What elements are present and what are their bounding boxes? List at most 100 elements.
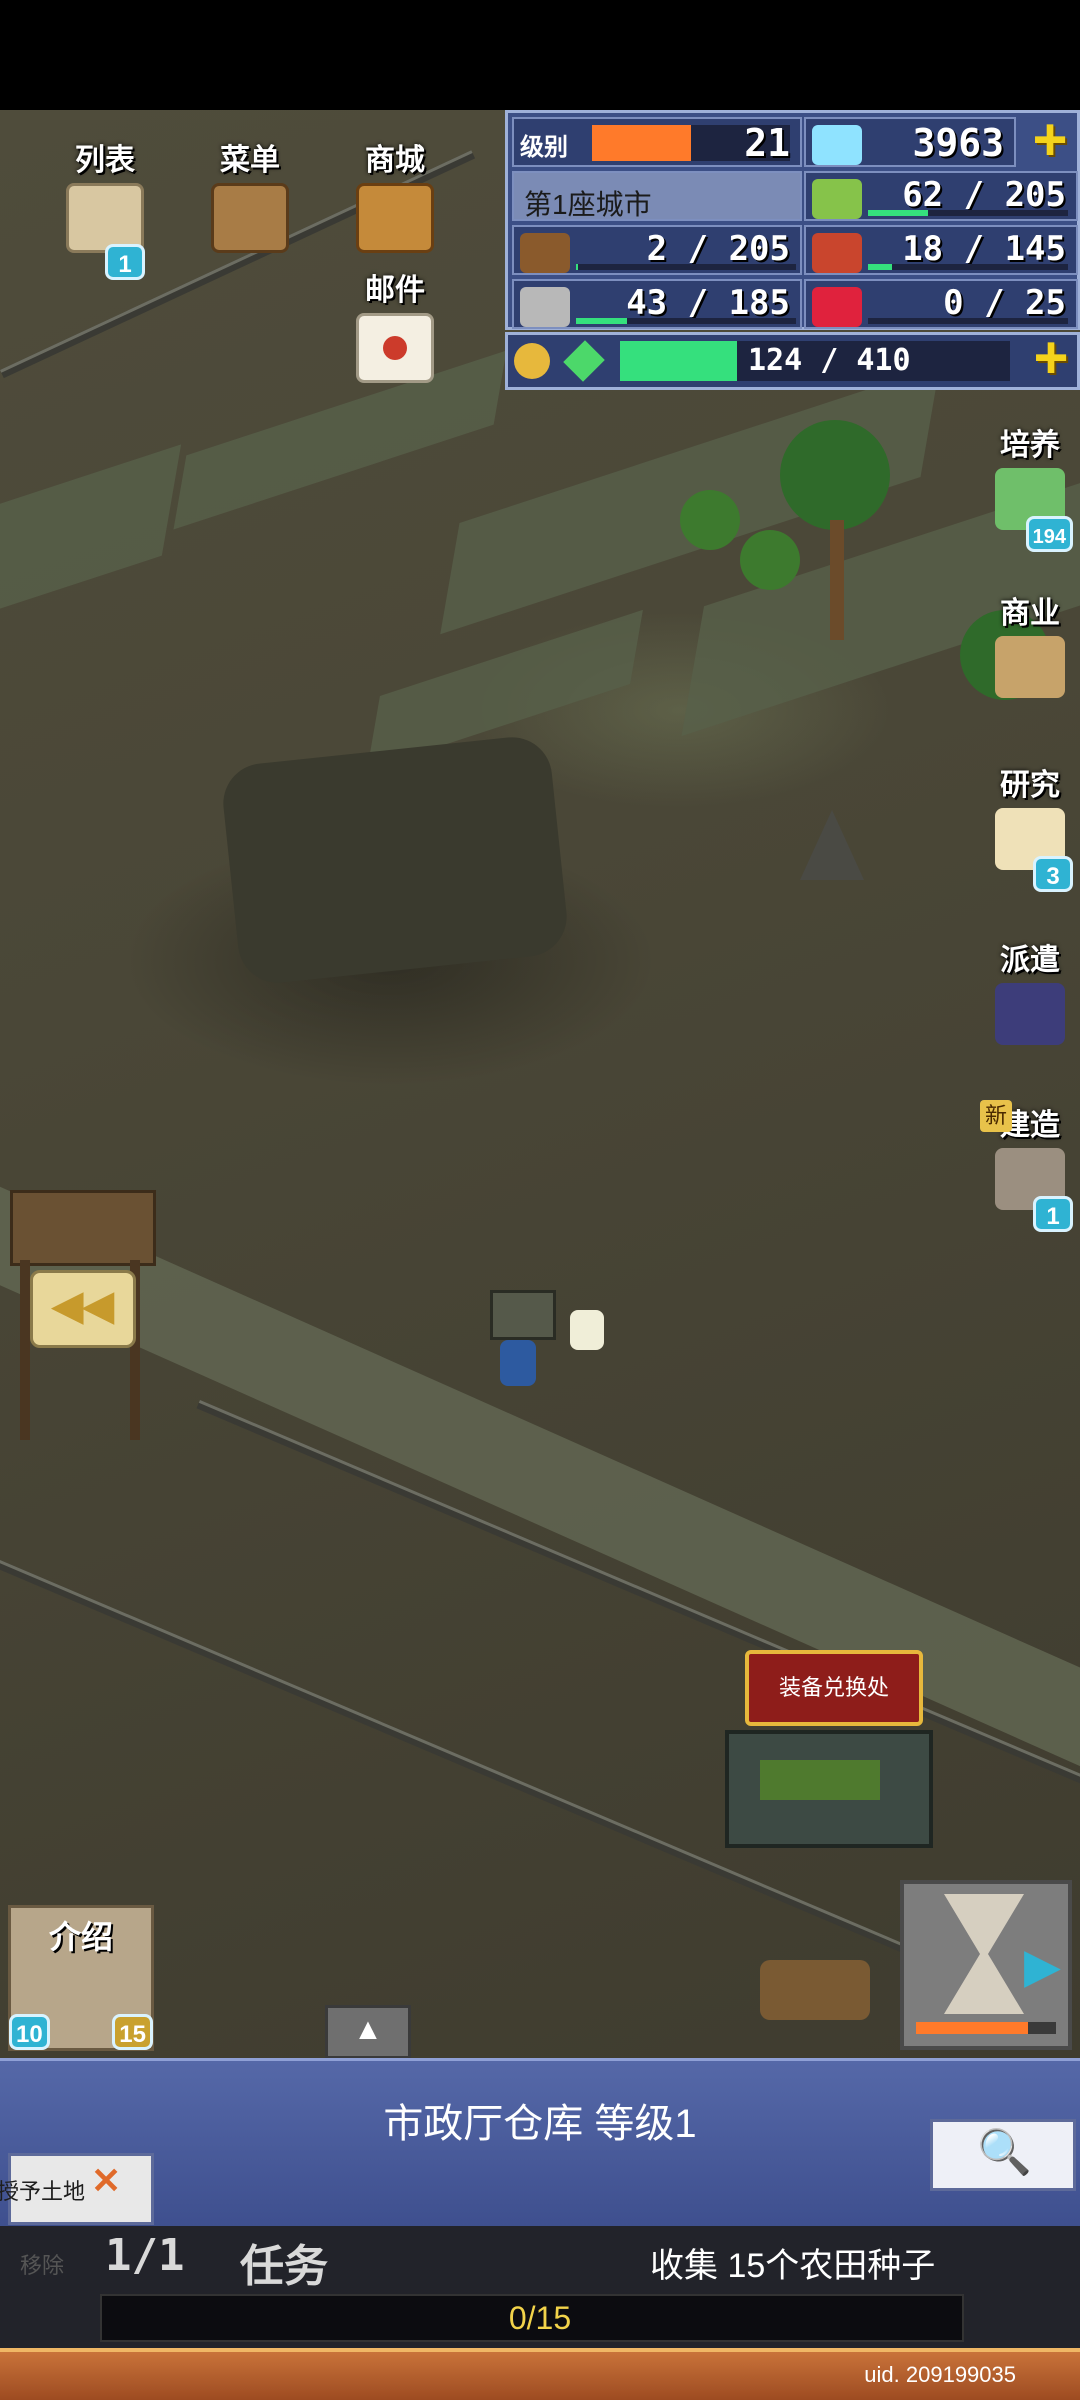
fast-forward-icon: ▶ <box>1024 1940 1061 1993</box>
wood-log-icon <box>520 233 570 273</box>
mail-button[interactable]: 邮件 <box>340 265 450 383</box>
character-sprite[interactable] <box>500 1340 536 1386</box>
stone-box: 43 / 185 <box>512 279 802 329</box>
hourglass-icon <box>944 1894 1024 2014</box>
food-value: 18 / 145 <box>902 229 1066 269</box>
crops-progress-bar <box>868 210 1068 216</box>
time-skip-button[interactable]: ▶ <box>900 1880 1072 2050</box>
crops-value: 62 / 205 <box>902 175 1066 215</box>
commerce-button[interactable]: 商业 <box>980 588 1080 698</box>
shop-button[interactable]: 商城 <box>340 135 450 253</box>
building-info-bar: 市政厅仓库 等级1 授予土地 ✕ 🔍 <box>0 2058 1080 2229</box>
dark-ground-patch <box>219 733 571 987</box>
give-land-button[interactable]: 授予土地 ✕ <box>0 2153 154 2225</box>
stall-goods <box>760 1760 880 1800</box>
quest-label: 任务 <box>240 2242 328 2291</box>
build-badge: 1 <box>1033 1196 1073 1232</box>
research-button[interactable]: 研究 3 <box>980 760 1080 892</box>
gems-box: 3963 <box>804 117 1016 167</box>
research-label: 研究 <box>1000 769 1060 802</box>
wood-value: 2 / 205 <box>646 229 790 269</box>
menu-label: 菜单 <box>220 144 280 177</box>
time-skip-progress <box>916 2022 1056 2034</box>
food-box: 18 / 145 <box>804 225 1078 275</box>
crops-box: 62 / 205 <box>804 171 1078 221</box>
palm-trunk <box>830 520 844 640</box>
remove-x-icon: ✕ <box>91 2160 122 2201</box>
flag-icon <box>995 983 1065 1045</box>
build-button[interactable]: 建造 新 1 <box>980 1100 1080 1232</box>
level-box: 级别 21 <box>512 117 802 167</box>
statue-block <box>490 1290 556 1340</box>
quest-count: 1/1 <box>105 2230 185 2281</box>
grass-patch <box>0 444 182 616</box>
wagon <box>760 1960 870 2020</box>
hammer-icon: 1 <box>995 1148 1073 1232</box>
wood-progress-bar <box>576 264 796 270</box>
intro-button[interactable]: 介绍 10 15 <box>8 1905 154 2051</box>
menu-button[interactable]: 菜单 <box>195 135 305 253</box>
list-button[interactable]: 列表 1 <box>50 135 160 280</box>
commerce-label: 商业 <box>1000 597 1060 630</box>
gems-value: 3963 <box>912 121 1004 165</box>
building-title: 市政厅仓库 等级1 <box>383 2102 697 2146</box>
palm-tree <box>780 420 890 530</box>
ruby-value: 0 / 25 <box>943 283 1066 323</box>
dispatch-button[interactable]: 派遣 <box>980 935 1080 1045</box>
status-bar-area <box>0 0 1080 110</box>
game-map[interactable]: ◀◀ 装备兑换处 <box>0 110 1080 2060</box>
fruit-basket-icon <box>812 233 862 273</box>
add-gems-plus-button[interactable]: + <box>1025 110 1075 170</box>
quest-row[interactable]: 移除 1/1 任务 收集 15个农田种子 0/15 <box>0 2226 1080 2348</box>
train-label: 培养 <box>1000 429 1060 462</box>
expand-up-button[interactable]: ▲ <box>325 2005 411 2059</box>
building-tag[interactable]: 装备兑换处 <box>745 1650 923 1726</box>
energy-bar-box: 124 / 410 + <box>505 328 1080 390</box>
stone-value: 43 / 185 <box>626 283 790 323</box>
signboard-icon <box>211 183 289 253</box>
list-badge: 1 <box>105 244 145 280</box>
resource-panel: 级别 21 3963 + 第1座城市 62 / 205 2 / 205 18 /… <box>505 110 1080 330</box>
magnifier-icon: 🔍 <box>977 2128 1032 2177</box>
speech-bubble-icon[interactable]: ◀◀ <box>30 1270 136 1348</box>
stone-progress-bar <box>576 318 796 324</box>
fence <box>196 1400 1080 1800</box>
train-badge: 194 <box>1025 516 1073 552</box>
mail-label: 邮件 <box>365 274 425 307</box>
shop-label: 商城 <box>365 144 425 177</box>
food-progress-bar <box>868 264 1068 270</box>
wood-box: 2 / 205 <box>512 225 802 275</box>
remove-label: 移除 <box>20 2253 65 2278</box>
ruby-box: 0 / 25 <box>804 279 1078 329</box>
bush <box>740 530 800 590</box>
quest-progress-text: 0/15 <box>508 2300 572 2336</box>
crops-icon <box>812 179 862 219</box>
stone-icon <box>520 287 570 327</box>
city-name-box[interactable]: 第1座城市 <box>512 171 802 221</box>
hand-pointer-icon <box>570 1310 604 1350</box>
scroll-icon: 3 <box>995 808 1073 892</box>
house-icon <box>995 636 1065 698</box>
zoom-search-button[interactable]: 🔍 <box>930 2119 1076 2191</box>
level-label: 级别 <box>520 134 568 161</box>
dispatch-label: 派遣 <box>1000 944 1060 977</box>
level-value: 21 <box>744 121 790 165</box>
intro-badge-right: 15 <box>112 2014 153 2050</box>
train-button[interactable]: 培养 194 <box>980 420 1080 552</box>
research-badge: 3 <box>1033 856 1073 892</box>
rock <box>800 810 864 880</box>
train-icon: 194 <box>995 468 1073 552</box>
list-icon: 1 <box>66 183 145 280</box>
add-energy-plus-button[interactable]: + <box>1026 328 1076 388</box>
intro-label: 介绍 <box>48 1919 113 1955</box>
give-land-label: 授予土地 <box>0 2179 86 2204</box>
treasure-chest-icon <box>356 183 434 253</box>
footer-bar: uid. 209199035 <box>0 2348 1080 2400</box>
bush <box>680 490 740 550</box>
diamond-icon <box>812 125 862 165</box>
green-gem-icon <box>563 340 605 382</box>
energy-value: 124 / 410 <box>748 343 911 378</box>
city-name: 第1座城市 <box>524 189 652 220</box>
level-progress-fill <box>592 125 691 161</box>
intro-badge-left: 10 <box>9 2014 50 2050</box>
